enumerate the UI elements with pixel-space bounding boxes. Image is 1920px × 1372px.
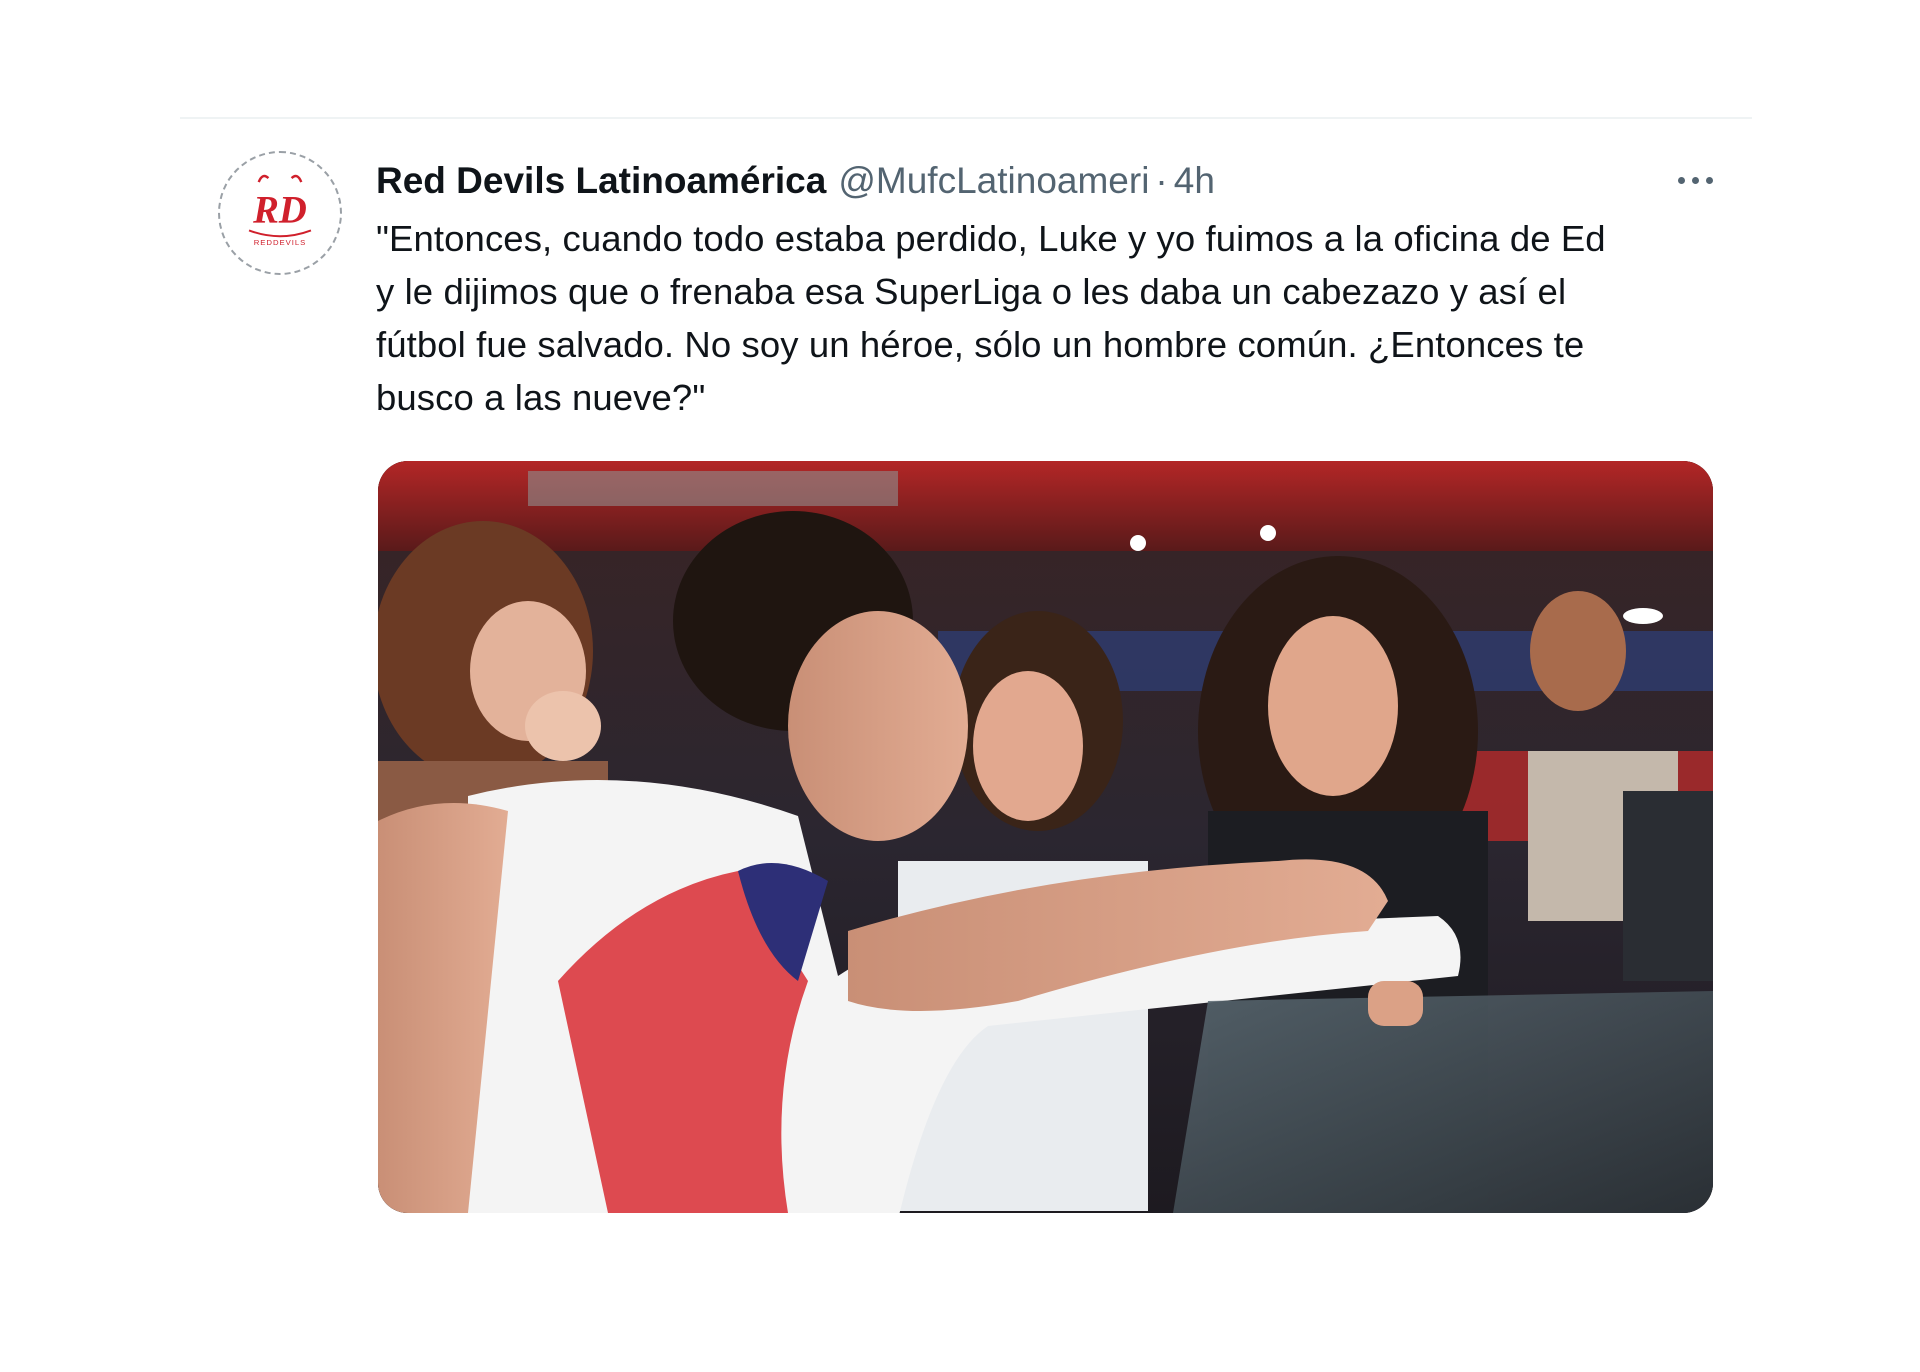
more-horizontal-icon xyxy=(1677,176,1713,184)
more-options-button[interactable] xyxy=(1665,155,1725,205)
timestamp[interactable]: 4h xyxy=(1174,160,1215,202)
tweet-media-photo[interactable] xyxy=(378,461,1713,1213)
tweet-header: Red Devils Latinoamérica @MufcLatinoamer… xyxy=(376,157,1215,205)
separator-dot: · xyxy=(1155,160,1168,201)
tweet-text: "Entonces, cuando todo estaba perdido, L… xyxy=(376,218,1606,418)
tweet[interactable]: RD REDDEVILS Red Devils Latinoamérica @M… xyxy=(180,119,1752,1219)
user-handle[interactable]: @MufcLatinoameri xyxy=(838,160,1149,202)
display-name[interactable]: Red Devils Latinoamérica xyxy=(376,160,826,202)
svg-text:RD: RD xyxy=(252,190,307,232)
stadium-photo xyxy=(378,461,1713,1213)
svg-text:REDDEVILS: REDDEVILS xyxy=(254,238,307,247)
avatar[interactable]: RD REDDEVILS xyxy=(218,151,342,275)
red-devils-logo-icon: RD REDDEVILS xyxy=(221,154,339,272)
